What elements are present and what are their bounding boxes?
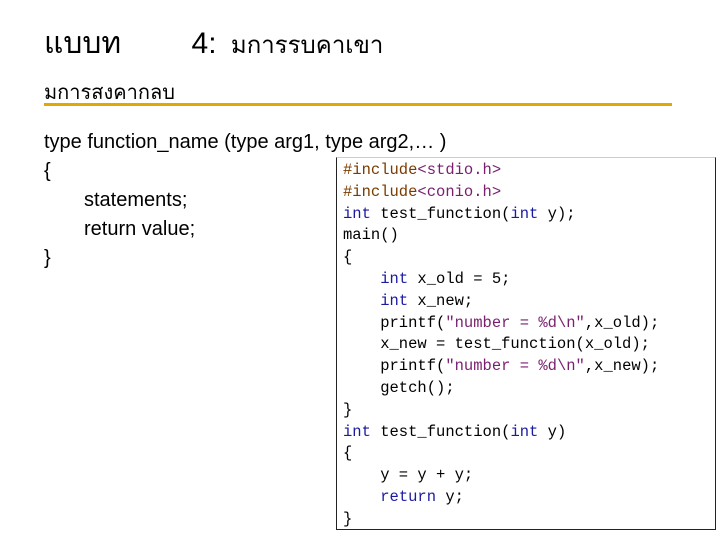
code-token: <conio.h> <box>417 182 502 201</box>
code-token: test_function( <box>370 204 511 223</box>
title-underline <box>44 103 672 106</box>
code-line: int test_function(int y) <box>343 422 659 444</box>
code-line: #include<stdio.h> <box>343 160 659 182</box>
slide-title: แบบท 4: มการรบคาเขา <box>44 24 383 66</box>
code-line: #include<conio.h> <box>343 182 659 204</box>
code-token: int <box>510 204 539 223</box>
code-example-panel: #include<stdio.h> #include<conio.h> int te… <box>336 157 716 530</box>
code-token: y) <box>538 422 567 441</box>
code-token: return <box>380 487 437 506</box>
code-token: y = y + y; <box>343 466 474 485</box>
code-token: printf( <box>343 313 446 332</box>
code-line: printf("number = %d\n",x_new); <box>343 356 659 378</box>
code-token: y; <box>436 487 464 506</box>
code-token: { <box>343 444 353 463</box>
code-line: main() <box>343 225 659 247</box>
code-token: int <box>380 269 409 288</box>
code-line: { <box>343 443 659 465</box>
code-line: int x_old = 5; <box>343 269 659 291</box>
code-token: ,x_new); <box>584 357 660 376</box>
code-token: int <box>343 422 371 441</box>
code-line: y = y + y; <box>343 465 659 487</box>
prototype-signature: type function_name (type arg1, type arg2… <box>44 131 447 153</box>
code-line: x_new = test_function(x_old); <box>343 334 659 356</box>
code-token: test_function( <box>370 422 511 441</box>
code-token: "number = %d\n" <box>445 313 585 332</box>
code-token: } <box>343 400 353 419</box>
code-line: int x_new; <box>343 291 659 313</box>
title-word: แบบท <box>44 27 122 60</box>
code-token: } <box>343 509 353 528</box>
code-line: getch(); <box>343 378 659 400</box>
code-line: } <box>343 509 659 531</box>
code-token: <stdio.h> <box>417 161 502 179</box>
code-token: int <box>343 204 371 223</box>
title-number: 4: <box>191 27 217 60</box>
code-token: { <box>343 248 353 267</box>
code-token: #include <box>343 182 418 201</box>
code-line: printf("number = %d\n",x_old); <box>343 313 659 335</box>
code-token: "number = %d\n" <box>445 357 585 376</box>
code-token: #include <box>343 161 418 179</box>
code-token: int <box>510 422 539 441</box>
code-token: int <box>380 291 409 310</box>
code-line: int test_function(int y); <box>343 204 659 226</box>
code-listing: #include<stdio.h> #include<conio.h> int te… <box>343 160 659 531</box>
code-token: main() <box>343 226 399 245</box>
code-token: x_new = test_function(x_old); <box>343 335 650 354</box>
code-token: x_old = 5; <box>408 269 511 288</box>
code-token: ,x_old); <box>584 313 660 332</box>
code-line: return y; <box>343 487 659 509</box>
code-line: { <box>343 247 659 269</box>
code-token: x_new; <box>408 291 474 310</box>
code-line: } <box>343 400 659 422</box>
code-token: getch(); <box>343 378 455 397</box>
code-token: y); <box>538 204 576 223</box>
code-token: printf( <box>343 357 446 376</box>
title-rest: มการรบคาเขา <box>230 32 384 59</box>
